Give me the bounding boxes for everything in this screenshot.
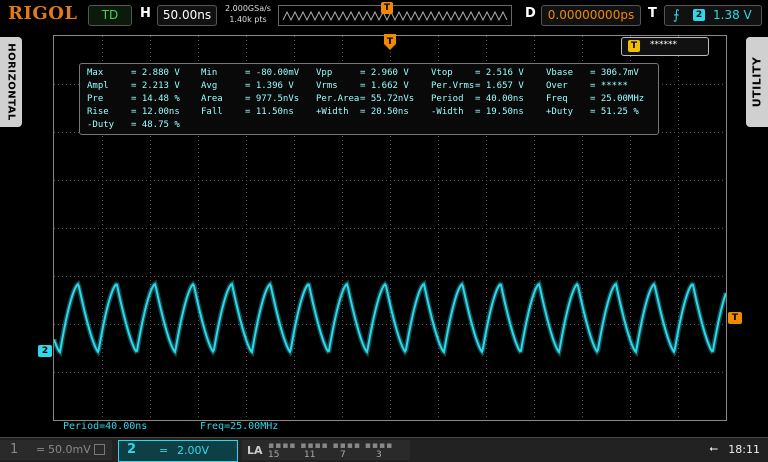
measurement-value: = 2.880 V	[131, 68, 180, 78]
measurement-value: = 25.00MHz	[590, 94, 645, 104]
trigger-delay-value[interactable]: 0.00000000ps	[541, 5, 641, 26]
trigger-source-badge: 2	[693, 9, 705, 21]
measurement-value: = *****	[590, 81, 628, 91]
measurement-row: Rise = 12.00ns Fall = 11.50ns +Width = 20.50n…	[87, 106, 657, 118]
measurement-label: +Duty	[546, 107, 574, 117]
trigger-status-box: T ******	[621, 37, 709, 56]
measurement-value: = 2.960 V	[360, 68, 409, 78]
memory-depth: 1.40k pts	[229, 15, 267, 24]
measurement-label: +Width	[316, 107, 349, 117]
measurement-value: = -80.00mV	[245, 68, 300, 78]
measurement-label: Min	[201, 68, 218, 78]
svg-text:T: T	[387, 37, 394, 47]
trigger-level-marker[interactable]: T	[728, 312, 742, 324]
trigger-position-icon[interactable]: T	[384, 34, 396, 50]
measurement-value: = 19.50ns	[475, 107, 524, 117]
measurement-value: = 51.25 %	[590, 107, 639, 117]
la-group-3: 3	[376, 450, 382, 460]
trigger-level-value: 1.38 V	[713, 8, 752, 22]
measurement-value: = 1.662 V	[360, 81, 409, 91]
measurement-value: = 14.48 %	[131, 94, 180, 104]
ch1-scale: 50.0mV	[48, 443, 91, 456]
measurement-label: Avg	[201, 81, 218, 91]
system-clock: 18:11	[728, 443, 760, 456]
measurement-value: = 40.00ns	[475, 94, 524, 104]
ch2-offset-marker[interactable]: 2	[38, 345, 52, 357]
sample-info: 2.000GSa/s 1.40k pts	[222, 3, 274, 25]
measurement-label: Per.Area	[316, 94, 360, 104]
delay-label: D	[525, 6, 536, 21]
measurement-row: Max = 2.880 V Min = -80.00mV Vpp = 2.960 V Vto…	[87, 67, 657, 79]
measurement-label: Vtop	[431, 68, 453, 78]
measurement-value: = 306.7mV	[590, 68, 639, 78]
horizontal-label: H	[140, 6, 151, 21]
trigger-status-badge: T	[628, 40, 640, 52]
la-group-11: 11	[304, 450, 316, 460]
ch1-number: 1	[10, 442, 19, 457]
measurement-panel: Max = 2.880 V Min = -80.00mV Vpp = 2.960 V Vto…	[79, 63, 659, 135]
measurement-label: Period	[431, 94, 464, 104]
measurement-label: Rise	[87, 107, 109, 117]
la-group-15: 15	[268, 450, 280, 460]
trigger-label: T	[648, 6, 657, 21]
measurement-row: -Duty = 48.75 %	[87, 119, 657, 131]
run-state-indicator[interactable]: TD	[88, 5, 132, 26]
measurement-label: Pre	[87, 94, 104, 104]
measurement-value: = 2.213 V	[131, 81, 180, 91]
period-readout: Period=40.00ns	[63, 421, 148, 432]
measurement-value: = 12.00ns	[131, 107, 180, 117]
measurement-value: = 1.657 V	[475, 81, 524, 91]
measurement-label: Vbase	[546, 68, 574, 78]
ch2-scale: 2.00V	[177, 444, 210, 457]
measurement-value: = 48.75 %	[131, 120, 180, 130]
horizontal-menu-tab[interactable]: HORIZONTAL	[0, 37, 22, 127]
ch2-number: 2	[127, 442, 137, 457]
measurement-value: = 977.5nVs	[245, 94, 300, 104]
measurement-label: Vpp	[316, 68, 333, 78]
ch2-trace-glow	[54, 279, 726, 358]
timebase-value[interactable]: 50.00ns	[157, 5, 217, 26]
sample-rate: 2.000GSa/s	[225, 4, 271, 13]
ch1-tab[interactable]: 1 = 50.0mV	[0, 440, 112, 460]
channel-status-bar: 1 = 50.0mV 2 = 2.00V LA ▪▪▪▪ ▪▪▪▪ ▪▪▪▪ ▪…	[0, 437, 768, 462]
measurement-label: Max	[87, 68, 104, 78]
measurement-label: Ampl	[87, 81, 109, 91]
memory-trigger-marker: T	[381, 2, 393, 14]
measurement-value: = 20.50ns	[360, 107, 409, 117]
trigger-status-value: ******	[650, 40, 677, 50]
measurement-label: Per.Vrms	[431, 81, 475, 91]
ch1-coupling-icon: =	[36, 443, 46, 456]
frequency-readout: Freq=25.00MHz	[200, 421, 279, 432]
trigger-settings[interactable]: ⨍ 2 1.38 V	[664, 5, 762, 26]
horizontal-tab-label: HORIZONTAL	[5, 43, 17, 121]
ch2-coupling-icon: =	[159, 444, 169, 457]
top-status-bar: RIGOL TD H 50.00ns 2.000GSa/s 1.40k pts …	[0, 0, 768, 30]
ch2-tab[interactable]: 2 = 2.00V	[118, 440, 238, 462]
measurement-label: Area	[201, 94, 223, 104]
utility-tab-label: UTILITY	[750, 56, 764, 108]
usb-icon: ⭠	[709, 442, 718, 455]
measurement-value: = 55.72nVs	[360, 94, 415, 104]
utility-menu-tab[interactable]: UTILITY	[746, 37, 768, 127]
la-group-7: 7	[340, 450, 346, 460]
rising-edge-icon: ⨍	[673, 8, 680, 23]
measurement-label: -Width	[431, 107, 464, 117]
measurement-label: Vrms	[316, 81, 338, 91]
measurement-label: Fall	[201, 107, 223, 117]
measurement-value: = 11.50ns	[245, 107, 294, 117]
measurement-value: = 2.516 V	[475, 68, 524, 78]
logic-analyzer-tab[interactable]: LA ▪▪▪▪ ▪▪▪▪ ▪▪▪▪ ▪▪▪▪ 15 11 7 3	[242, 440, 410, 460]
memory-waveform-preview	[282, 10, 508, 22]
measurement-label: -Duty	[87, 120, 115, 130]
measurement-value: = 1.396 V	[245, 81, 294, 91]
memory-overview-bar	[278, 5, 512, 26]
la-label: LA	[247, 444, 263, 457]
ch1-probe-icon	[94, 444, 105, 455]
measurement-label: Over	[546, 81, 568, 91]
measurement-row: Pre = 14.48 % Area = 977.5nVs Per.Area = 55.7…	[87, 93, 657, 105]
measurement-label: Freq	[546, 94, 568, 104]
la-bits-icon: ▪▪▪▪ ▪▪▪▪ ▪▪▪▪ ▪▪▪▪	[268, 441, 394, 451]
rigol-logo: RIGOL	[8, 3, 78, 24]
measurement-row: Ampl = 2.213 V Avg = 1.396 V Vrms = 1.662 V Pe…	[87, 80, 657, 92]
